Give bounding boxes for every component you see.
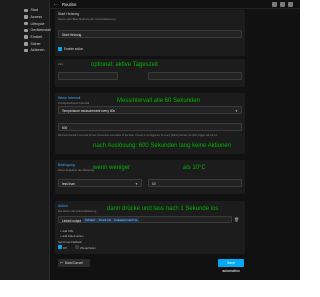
linked-output-label: Linked output [62, 218, 82, 223]
sidebar: Start Access Lifecycle Geräteinstall Ein… [0, 0, 51, 280]
action-card: Aktion Die Aktion der Automatisierung da… [55, 201, 245, 259]
sidebar-item-lifecycle[interactable]: Lifecycle [0, 20, 49, 27]
automation-icon [24, 48, 28, 53]
more-icon[interactable] [288, 2, 293, 7]
interval-note: Messintervall alle 60 Sekunden [117, 98, 201, 104]
sidebar-item-start[interactable]: Start [0, 7, 49, 14]
shield-icon [24, 42, 28, 46]
device-icon [24, 28, 28, 33]
interval-description: Minimum interval in seconds for two cons… [58, 134, 218, 137]
page-title: Routine [62, 2, 77, 8]
action-chip[interactable]: Schalter [83, 217, 98, 223]
comparator-value: less than [62, 182, 75, 187]
time-to-input[interactable] [148, 72, 242, 80]
sidebar-item-label: Aktionen [30, 48, 45, 53]
condition-card: Bedingung Wenn Ergebnis der Messung wenn… [55, 160, 245, 194]
interval-select-value: Temperature measurement every 60s [62, 109, 115, 114]
time-label: Zeit [58, 62, 63, 66]
sidebar-item-label: Lifecycle [30, 21, 45, 26]
condition-note-left: wenn weniger [93, 165, 131, 171]
home-icon [24, 8, 28, 13]
add-url-link[interactable]: + Add URL [60, 229, 74, 233]
threshold-input[interactable]: 10 [148, 179, 242, 187]
enable-label: Enable action [64, 47, 84, 51]
sidebar-item-label: Geräteinstall [30, 28, 51, 33]
main-content: Start Heizung Name oder Beschreibung der… [55, 9, 245, 279]
toggle-repeat-checkbox[interactable] [75, 245, 79, 249]
delete-icon[interactable]: 🗑 [234, 217, 239, 222]
time-note: optional: aktive Tageszeit [91, 62, 158, 68]
comparator-select[interactable]: less than ▼ [58, 179, 142, 187]
bottom-bar: ↩ Back/Cancel Save automation [50, 254, 300, 273]
seconds-value: 600 [62, 126, 68, 131]
name-input[interactable]: Start Heizung [58, 30, 242, 38]
name-value: Start Heizung [62, 33, 82, 38]
name-label: Start Heizung [58, 12, 80, 16]
save-button[interactable]: Save automation [218, 259, 244, 273]
toggle-repeat-label: Wiederholen [80, 245, 96, 250]
sidebar-item-actions[interactable]: Aktionen [0, 47, 49, 54]
toggle-off-label: Off [63, 245, 67, 250]
chevron-down-icon: ▼ [135, 182, 138, 186]
sidebar-item-label: Start [30, 8, 39, 13]
back-arrow-icon[interactable]: ← [53, 2, 58, 7]
action-note: dann drücke und lass nach 1 Sekunde los [107, 206, 219, 212]
sidebar-item-label: Sicher [30, 41, 41, 46]
action-hint: Die Aktion der Automatisierung [58, 209, 97, 213]
action-label: Aktion [58, 204, 68, 208]
interval-note-2: nach Auslösung: 600 Sekunden lang keine … [93, 143, 232, 149]
sidebar-item-devices[interactable]: Geräteinstall [0, 27, 51, 34]
condition-note-right: als 10°C [183, 165, 206, 171]
chevron-down-icon: ▼ [235, 109, 238, 113]
linked-output-row[interactable]: Linked output Schalter Druck mit Loslass… [58, 216, 232, 223]
sidebar-item-security[interactable]: Sicher [0, 40, 49, 47]
lock-icon [24, 15, 28, 19]
send-fallback-label: Send now Fallback [58, 240, 82, 244]
name-card: Start Heizung Name oder Beschreibung der… [55, 10, 245, 56]
sidebar-item-label: Access [30, 15, 43, 20]
interval-card: Wenn Intervall Konfigurierbares Interval… [55, 93, 245, 154]
condition-label: Bedingung [58, 163, 75, 167]
sidebar-item-label: Einstell. [30, 35, 44, 40]
interval-hint: Konfigurierbares Intervall [58, 101, 90, 105]
interval-select[interactable]: Temperature measurement every 60s ▼ [58, 106, 242, 114]
action-chip[interactable]: Loslassen nach 1s [112, 217, 140, 223]
app-window: Start Access Lifecycle Geräteinstall Ein… [0, 0, 300, 280]
interval-label: Wenn Intervall [58, 96, 81, 100]
back-cancel-label: Back/Cancel [65, 261, 83, 265]
add-linked-action-link[interactable]: + Add linked action [60, 234, 84, 238]
back-icon: ↩ [60, 261, 63, 265]
name-hint: Name oder Beschreibung der Automatisieru… [58, 17, 116, 21]
search-icon[interactable] [272, 2, 277, 7]
seconds-input[interactable]: 600 [58, 123, 242, 131]
back-cancel-button[interactable]: ↩ Back/Cancel [58, 259, 90, 267]
settings-icon [24, 35, 28, 39]
action-chip[interactable]: Druck mit [97, 217, 113, 223]
top-bar: ← Routine [50, 0, 300, 9]
condition-hint: Wenn Ergebnis der Messung [58, 168, 95, 172]
sidebar-item-settings[interactable]: Einstell. [0, 34, 49, 41]
time-card: Zeit optional: aktive Tageszeit [55, 59, 245, 87]
toggle-off-checkbox[interactable] [58, 245, 62, 249]
cycle-icon [24, 21, 28, 26]
threshold-value: 10 [152, 182, 156, 187]
enable-checkbox[interactable] [58, 47, 62, 51]
time-from-input[interactable] [58, 72, 118, 80]
copy-icon[interactable] [280, 2, 285, 7]
sidebar-item-access[interactable]: Access [0, 14, 49, 21]
